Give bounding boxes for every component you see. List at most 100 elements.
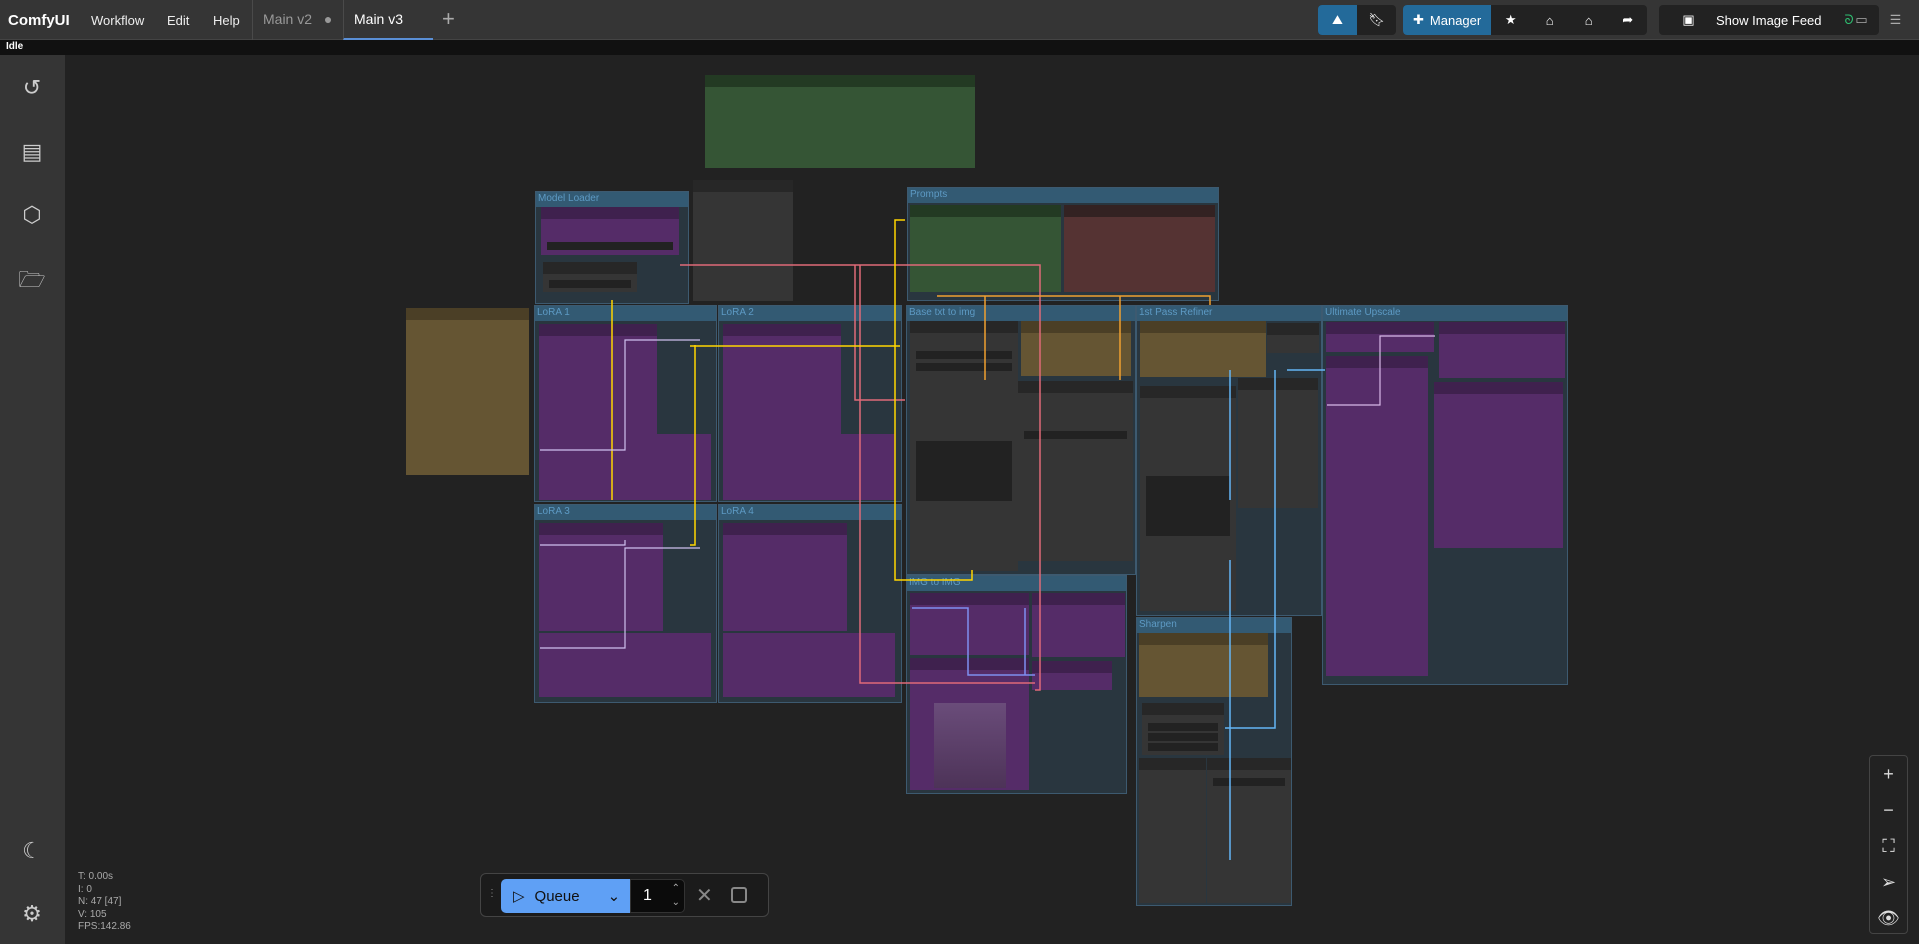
latent-node[interactable] bbox=[1018, 381, 1133, 561]
select-mode-icon[interactable]: ➢ bbox=[1870, 864, 1907, 900]
hamburger-menu-icon[interactable]: ☰ bbox=[1876, 5, 1915, 35]
stat-fps: FPS:142.86 bbox=[78, 921, 131, 932]
preview-image-node[interactable] bbox=[1139, 758, 1206, 903]
tab-main-v2[interactable]: Main v2 ● bbox=[252, 0, 343, 40]
lora-loader-node[interactable] bbox=[539, 523, 663, 631]
app-logo: ComfyUI bbox=[8, 12, 70, 29]
upscale-model-node[interactable] bbox=[1326, 322, 1434, 352]
bookmark-icon[interactable]: 🔖︎ bbox=[1357, 5, 1396, 35]
group-prompts[interactable]: Prompts bbox=[907, 187, 1219, 301]
vae-decode-node[interactable] bbox=[1238, 378, 1318, 508]
fit-view-icon[interactable]: ⛶ bbox=[1870, 828, 1907, 864]
sidebar: ↺ ▤ ⬡ 🗁︎ ☾ ⚙ bbox=[0, 55, 65, 944]
lora-loader-node[interactable] bbox=[723, 324, 841, 434]
zoom-out-icon[interactable]: − bbox=[1870, 792, 1907, 828]
unload-models-icon[interactable]: ⌂ bbox=[1530, 5, 1569, 35]
queue-label: Queue bbox=[534, 887, 580, 905]
chevron-down-icon[interactable]: ⌄ bbox=[608, 887, 621, 905]
history-icon[interactable]: ↺ bbox=[17, 73, 47, 103]
batch-count-input[interactable]: 1 ⌃ ⌄ bbox=[630, 879, 685, 913]
stat-i: I: 0 bbox=[78, 883, 92, 895]
canvas-stats: T: 0.00s I: 0 N: 47 [47] V: 105 FPS:142.… bbox=[78, 871, 131, 934]
menu-help[interactable]: Help bbox=[213, 13, 240, 28]
group-title: LoRA 3 bbox=[535, 505, 716, 520]
lora-info-node[interactable] bbox=[539, 633, 711, 697]
positive-prompt-node[interactable] bbox=[910, 205, 1061, 292]
ksampler-node[interactable] bbox=[910, 321, 1018, 571]
model-library-icon[interactable]: ⬡ bbox=[17, 200, 47, 230]
load-image-node[interactable] bbox=[910, 658, 1029, 790]
zoom-in-icon[interactable]: + bbox=[1870, 756, 1907, 792]
workflows-folder-icon[interactable]: 🗁︎ bbox=[17, 265, 47, 295]
group-title: Sharpen bbox=[1137, 618, 1291, 633]
canvas-zoom-controls: + − ⛶ ➢ 👁︎ bbox=[1869, 755, 1908, 934]
theme-moon-icon[interactable]: ☾ bbox=[17, 836, 47, 866]
top-bar: ComfyUI Workflow Edit Help Main v2 ● Mai… bbox=[0, 0, 1919, 40]
image-feed-label: Show Image Feed bbox=[1716, 12, 1822, 28]
group-lora-2[interactable]: LoRA 2 bbox=[718, 305, 902, 502]
group-base-txt-to-img[interactable]: Base txt to img bbox=[906, 305, 1136, 575]
menu-workflow[interactable]: Workflow bbox=[91, 13, 144, 28]
note-node[interactable] bbox=[1021, 321, 1131, 376]
note-node[interactable] bbox=[1139, 633, 1268, 697]
ultimate-upscale-node[interactable] bbox=[1326, 356, 1428, 676]
group-lora-1[interactable]: LoRA 1 bbox=[534, 305, 717, 502]
group-title: 1st Pass Refiner bbox=[1137, 306, 1321, 321]
group-1st-pass-refiner[interactable]: 1st Pass Refiner bbox=[1136, 305, 1322, 616]
queue-list-icon[interactable]: ▤ bbox=[17, 137, 47, 167]
new-tab-button[interactable]: + bbox=[442, 6, 455, 32]
manager-label: Manager bbox=[1429, 12, 1482, 28]
stop-icon[interactable] bbox=[731, 887, 747, 903]
tab-main-v3[interactable]: Main v3 bbox=[343, 0, 433, 40]
group-title: LoRA 4 bbox=[719, 505, 901, 520]
batch-count-value: 1 bbox=[643, 887, 652, 904]
play-icon: ▷ bbox=[513, 888, 525, 905]
stat-time: T: 0.00s bbox=[78, 871, 114, 882]
upscale-node[interactable] bbox=[1267, 323, 1319, 353]
group-img-to-img[interactable]: IMG to IMG bbox=[906, 575, 1127, 794]
free-memory-icon[interactable]: ⌂ bbox=[1569, 5, 1608, 35]
drag-handle-icon[interactable]: ⋮ bbox=[487, 888, 497, 899]
group-title: Ultimate Upscale bbox=[1323, 306, 1567, 321]
lora-loader-node[interactable] bbox=[723, 523, 847, 631]
img2img-sampler-node[interactable] bbox=[910, 593, 1029, 655]
group-sharpen[interactable]: Sharpen bbox=[1136, 617, 1292, 906]
crystools-icon[interactable]: ⛰ bbox=[1318, 5, 1357, 35]
lora-info-node[interactable] bbox=[723, 434, 895, 500]
vae-loader-node[interactable] bbox=[543, 262, 637, 292]
note-node-tan[interactable] bbox=[406, 308, 529, 475]
star-icon[interactable]: ★ bbox=[1491, 5, 1530, 35]
share-icon[interactable]: ➦ bbox=[1608, 5, 1647, 35]
stat-v: V: 105 bbox=[78, 908, 107, 920]
save-image-node[interactable] bbox=[1434, 382, 1563, 548]
note-node-green[interactable] bbox=[705, 75, 975, 168]
tab-label: Main v3 bbox=[354, 11, 404, 27]
puzzle-icon: ✚ bbox=[1413, 12, 1424, 27]
group-ultimate-upscale[interactable]: Ultimate Upscale bbox=[1322, 305, 1568, 685]
group-title: IMG to IMG bbox=[907, 576, 1126, 591]
group-lora-3[interactable]: LoRA 3 bbox=[534, 504, 717, 703]
cancel-icon[interactable]: ✕ bbox=[696, 883, 713, 908]
img2img-node[interactable] bbox=[1032, 593, 1125, 657]
sharpen-node[interactable] bbox=[1142, 703, 1224, 755]
save-image-node[interactable] bbox=[1207, 758, 1291, 903]
lora-info-node[interactable] bbox=[723, 633, 895, 697]
settings-gear-icon[interactable]: ⚙ bbox=[17, 899, 47, 929]
manager-button[interactable]: ✚ Manager bbox=[1403, 5, 1492, 35]
img2img-encode-node[interactable] bbox=[1032, 661, 1112, 690]
group-title: LoRA 1 bbox=[535, 306, 716, 321]
lora-info-node[interactable] bbox=[539, 434, 711, 500]
negative-prompt-node[interactable] bbox=[1064, 205, 1215, 292]
menu-edit[interactable]: Edit bbox=[167, 13, 189, 28]
preview-node[interactable] bbox=[1439, 322, 1565, 378]
switch-node[interactable] bbox=[693, 180, 793, 301]
lora-loader-node[interactable] bbox=[539, 324, 657, 434]
toggle-links-eye-icon[interactable]: 👁︎ bbox=[1870, 900, 1907, 936]
group-lora-4[interactable]: LoRA 4 bbox=[718, 504, 902, 703]
ksampler-node[interactable] bbox=[1140, 386, 1236, 611]
note-node[interactable] bbox=[1140, 321, 1266, 377]
group-model-loader[interactable]: Model Loader bbox=[535, 191, 689, 304]
queue-button[interactable]: ▷ Queue ⌄ bbox=[501, 879, 630, 913]
stepper-icon[interactable]: ⌃ ⌄ bbox=[672, 882, 680, 910]
checkpoint-loader-node[interactable] bbox=[541, 207, 679, 255]
